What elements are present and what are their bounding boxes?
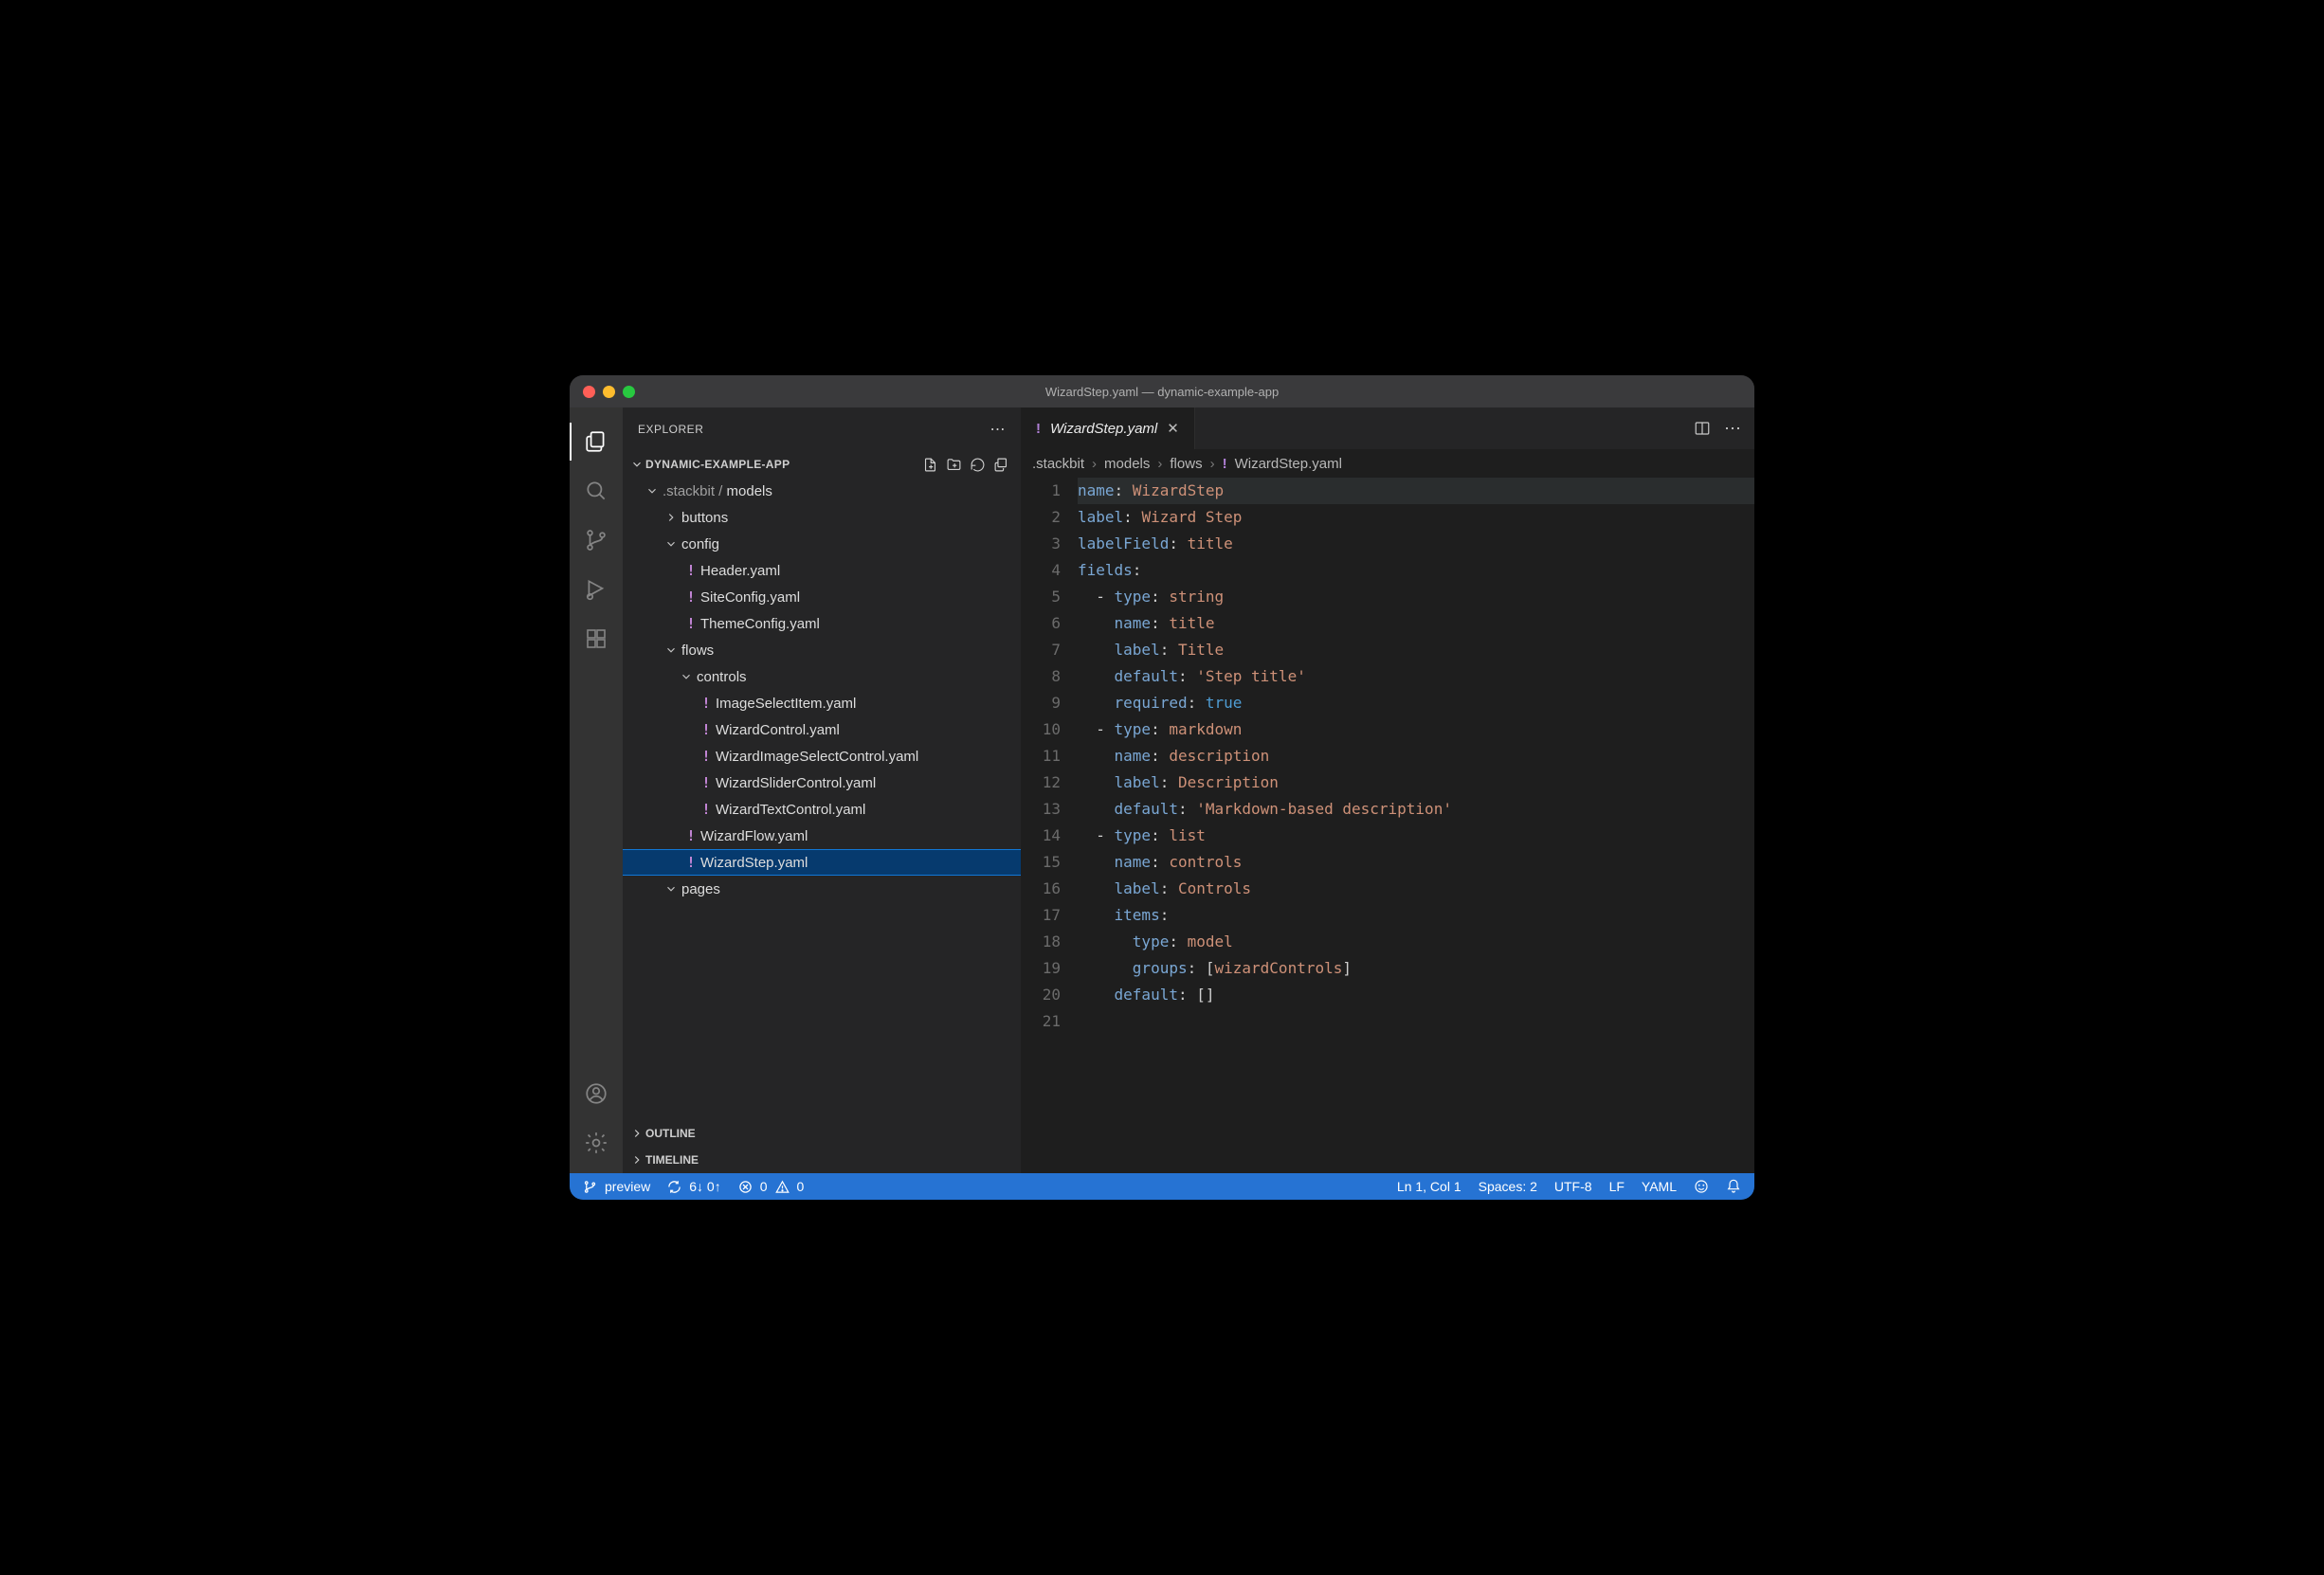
- activity-extensions[interactable]: [570, 614, 623, 663]
- yaml-icon: !: [1036, 421, 1041, 437]
- activity-run-debug[interactable]: [570, 565, 623, 614]
- status-cursor-pos[interactable]: Ln 1, Col 1: [1397, 1179, 1462, 1194]
- tab-label: WizardStep.yaml: [1050, 421, 1157, 437]
- activity-source-control[interactable]: [570, 516, 623, 565]
- status-encoding[interactable]: UTF-8: [1554, 1179, 1592, 1194]
- yaml-icon: !: [697, 721, 716, 738]
- breadcrumb[interactable]: .stackbit› models› flows› ! WizardStep.y…: [1021, 449, 1754, 478]
- refresh-button[interactable]: [970, 457, 986, 473]
- tab-bar: ! WizardStep.yaml ✕ ⋯: [1021, 407, 1754, 449]
- yaml-icon: !: [697, 748, 716, 765]
- tree-folder-flows[interactable]: flows: [623, 637, 1021, 663]
- chevron-right-icon: [628, 1153, 645, 1167]
- account-icon: [584, 1081, 608, 1106]
- feedback-icon: [1694, 1179, 1709, 1194]
- status-bar: preview 6↓ 0↑ 0 0 Ln 1, Col 1 Spaces: 2 …: [570, 1173, 1754, 1200]
- tree-folder-config[interactable]: config: [623, 531, 1021, 557]
- status-language[interactable]: YAML: [1642, 1179, 1677, 1194]
- split-editor-button[interactable]: [1694, 420, 1711, 437]
- timeline-section[interactable]: TIMELINE: [623, 1147, 1021, 1173]
- window-title: WizardStep.yaml — dynamic-example-app: [570, 385, 1754, 399]
- status-indent[interactable]: Spaces: 2: [1479, 1179, 1537, 1194]
- tree-file-wizardimageselectcontrol-yaml[interactable]: !WizardImageSelectControl.yaml: [623, 743, 1021, 769]
- yaml-icon: !: [681, 827, 700, 844]
- chevron-down-icon: [628, 458, 645, 471]
- status-eol[interactable]: LF: [1609, 1179, 1625, 1194]
- tree-file-wizardcontrol-yaml[interactable]: !WizardControl.yaml: [623, 716, 1021, 743]
- status-sync[interactable]: 6↓ 0↑: [667, 1179, 720, 1194]
- extensions-icon: [585, 627, 608, 650]
- outline-section[interactable]: OUTLINE: [623, 1120, 1021, 1147]
- activity-explorer[interactable]: [570, 417, 623, 466]
- tree-file-siteconfig-yaml[interactable]: !SiteConfig.yaml: [623, 584, 1021, 610]
- status-problems[interactable]: 0 0: [738, 1179, 805, 1194]
- line-gutter: 123456789101112131415161718192021: [1021, 478, 1078, 1173]
- yaml-icon: !: [1223, 456, 1227, 472]
- tree-folder-controls[interactable]: controls: [623, 663, 1021, 690]
- search-icon: [584, 479, 608, 503]
- activity-bar: [570, 407, 623, 1173]
- status-feedback[interactable]: [1694, 1179, 1709, 1194]
- zoom-window-button[interactable]: [623, 386, 635, 398]
- status-notifications[interactable]: [1726, 1179, 1741, 1194]
- status-branch[interactable]: preview: [583, 1179, 650, 1194]
- sidebar-title: EXPLORER: [638, 423, 703, 436]
- collapse-all-button[interactable]: [993, 457, 1009, 473]
- branch-icon: [584, 528, 608, 552]
- activity-manage[interactable]: [570, 1118, 623, 1168]
- close-tab-button[interactable]: ✕: [1167, 420, 1179, 437]
- tab-wizardstep[interactable]: ! WizardStep.yaml ✕: [1021, 407, 1195, 449]
- yaml-icon: !: [681, 615, 700, 632]
- tree-file-wizardtextcontrol-yaml[interactable]: !WizardTextControl.yaml: [623, 796, 1021, 823]
- editor-group: ! WizardStep.yaml ✕ ⋯ .stackbit› models›…: [1021, 407, 1754, 1173]
- code-content[interactable]: name: WizardSteplabel: Wizard SteplabelF…: [1078, 478, 1754, 1173]
- yaml-icon: !: [697, 801, 716, 818]
- sync-icon: [667, 1180, 681, 1194]
- activity-search[interactable]: [570, 466, 623, 516]
- tree-folder-pages[interactable]: pages: [623, 876, 1021, 902]
- tree-folder-buttons[interactable]: buttons: [623, 504, 1021, 531]
- activity-accounts[interactable]: [570, 1069, 623, 1118]
- files-icon: [584, 429, 608, 454]
- close-window-button[interactable]: [583, 386, 595, 398]
- tree-file-wizardslidercontrol-yaml[interactable]: !WizardSliderControl.yaml: [623, 769, 1021, 796]
- warning-icon: [775, 1180, 790, 1194]
- vscode-window: WizardStep.yaml — dynamic-example-app: [570, 375, 1754, 1200]
- editor-more-button[interactable]: ⋯: [1724, 419, 1741, 439]
- tree-folder-stackbit-models[interactable]: .stackbit / models: [623, 478, 1021, 504]
- folder-header[interactable]: DYNAMIC-EXAMPLE-APP: [623, 451, 1021, 478]
- sidebar: EXPLORER ⋯ DYNAMIC-EXAMPLE-APP .stackbit…: [623, 407, 1021, 1173]
- sidebar-more-button[interactable]: ⋯: [990, 420, 1007, 439]
- tree-file-themeconfig-yaml[interactable]: !ThemeConfig.yaml: [623, 610, 1021, 637]
- tree-file-header-yaml[interactable]: !Header.yaml: [623, 557, 1021, 584]
- new-file-button[interactable]: [922, 457, 938, 473]
- yaml-icon: !: [681, 588, 700, 606]
- tree-file-wizardstep-yaml[interactable]: !WizardStep.yaml: [623, 849, 1021, 876]
- minimize-window-button[interactable]: [603, 386, 615, 398]
- gear-icon: [584, 1131, 608, 1155]
- branch-icon: [583, 1180, 597, 1194]
- yaml-icon: !: [697, 695, 716, 712]
- tree-file-wizardflow-yaml[interactable]: !WizardFlow.yaml: [623, 823, 1021, 849]
- file-tree: .stackbit / models buttons config !Heade…: [623, 478, 1021, 1120]
- yaml-icon: !: [681, 854, 700, 871]
- project-name: DYNAMIC-EXAMPLE-APP: [645, 458, 790, 471]
- yaml-icon: !: [681, 562, 700, 579]
- error-icon: [738, 1180, 753, 1194]
- yaml-icon: !: [697, 774, 716, 791]
- code-editor[interactable]: 123456789101112131415161718192021 name: …: [1021, 478, 1754, 1173]
- chevron-right-icon: [628, 1127, 645, 1140]
- titlebar: WizardStep.yaml — dynamic-example-app: [570, 375, 1754, 407]
- new-folder-button[interactable]: [946, 457, 962, 473]
- tree-file-imageselectitem-yaml[interactable]: !ImageSelectItem.yaml: [623, 690, 1021, 716]
- bell-icon: [1726, 1179, 1741, 1194]
- traffic-lights: [570, 386, 635, 398]
- play-bug-icon: [584, 577, 608, 602]
